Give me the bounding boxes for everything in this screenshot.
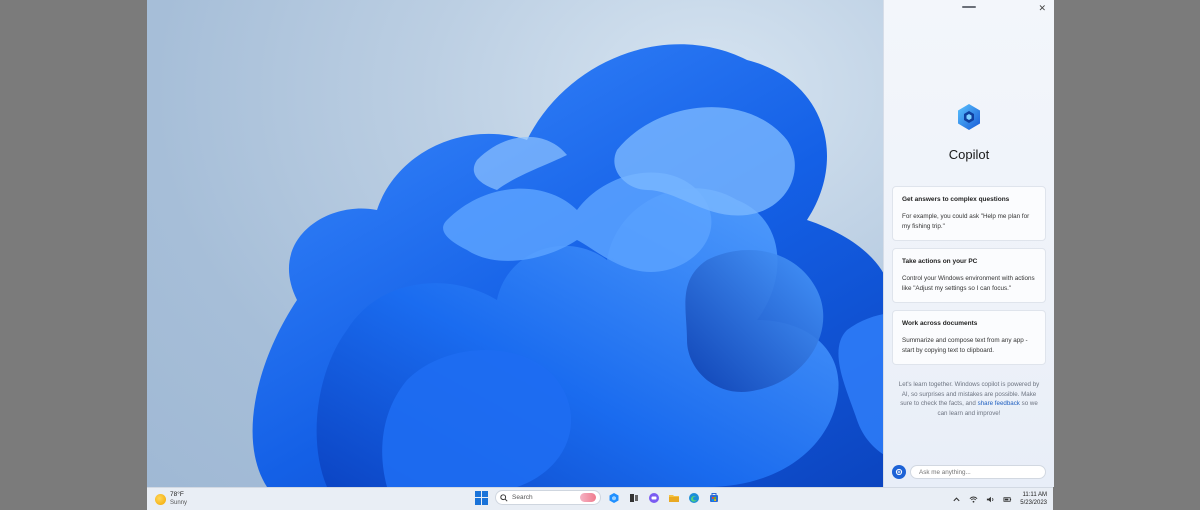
clock[interactable]: 11:11 AM 5/23/2023	[1020, 491, 1047, 507]
share-feedback-link[interactable]: share feedback	[978, 400, 1020, 407]
left-letterbox	[0, 0, 147, 510]
weather-condition: Sunny	[170, 500, 188, 506]
copilot-title: Copilot	[948, 147, 990, 162]
close-icon[interactable]: ✕	[1038, 3, 1046, 14]
search-placeholder: Search	[512, 494, 533, 501]
card-heading: Work across documents	[902, 320, 978, 327]
wifi-icon[interactable]	[969, 495, 978, 504]
copilot-taskbar-icon[interactable]	[607, 491, 621, 505]
clock-date: 5/23/2023	[1020, 500, 1047, 506]
chevron-up-icon[interactable]	[952, 495, 961, 504]
start-button[interactable]	[475, 490, 489, 505]
volume-icon[interactable]	[986, 495, 995, 504]
search-icon	[500, 493, 508, 502]
chat-input[interactable]	[910, 465, 1046, 479]
card-body: For example, you could ask "Help me plan…	[902, 213, 1030, 230]
weather-temperature: 78°F	[170, 491, 184, 498]
suggestion-card-questions[interactable]: Get answers to complex questions For exa…	[892, 186, 1046, 241]
chat-bar	[892, 464, 1046, 480]
new-topic-icon[interactable]	[892, 465, 906, 479]
right-letterbox	[1053, 0, 1200, 510]
task-view-icon[interactable]	[627, 491, 641, 505]
clock-time: 11:11 AM	[1022, 492, 1047, 498]
taskbar-search-box[interactable]: Search	[495, 490, 601, 505]
battery-icon[interactable]	[1003, 495, 1012, 504]
copilot-pane: ✕ Copilot Get answers to complex questio…	[883, 0, 1054, 487]
search-highlight-icon	[580, 493, 596, 502]
pane-drag-handle[interactable]	[962, 6, 976, 8]
weather-widget[interactable]: 78°F Sunny	[155, 491, 187, 507]
suggestion-card-documents[interactable]: Work across documents Summarize and comp…	[892, 310, 1046, 365]
file-explorer-icon[interactable]	[667, 491, 681, 505]
card-heading: Take actions on your PC	[902, 258, 978, 265]
card-body: Summarize and compose text from any app …	[902, 337, 1028, 354]
card-body: Control your Windows environment with ac…	[902, 275, 1035, 292]
microsoft-store-icon[interactable]	[707, 491, 721, 505]
ai-disclaimer: Let's learn together. Windows copilot is…	[896, 380, 1042, 418]
suggestion-card-actions[interactable]: Take actions on your PC Control your Win…	[892, 248, 1046, 303]
sun-icon	[155, 493, 166, 505]
system-tray: 11:11 AM 5/23/2023	[952, 491, 1047, 507]
edge-browser-icon[interactable]	[687, 491, 701, 505]
card-heading: Get answers to complex questions	[902, 196, 1010, 203]
copilot-logo-icon	[958, 104, 980, 130]
taskbar-apps: Search	[475, 490, 721, 505]
chat-app-icon[interactable]	[647, 491, 661, 505]
taskbar: 78°F Sunny Search 11:11 AM 5/23/2023	[147, 487, 1053, 510]
